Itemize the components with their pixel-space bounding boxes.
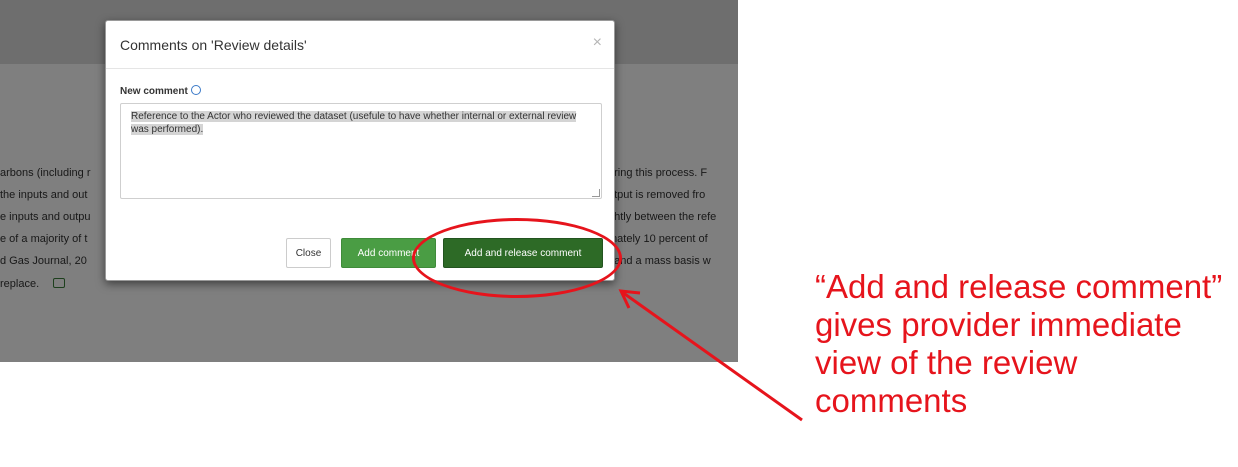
globe-icon — [190, 85, 201, 95]
comment-textarea[interactable]: Reference to the Actor who reviewed the … — [120, 103, 602, 199]
comment-text: Reference to the Actor who reviewed the … — [131, 111, 577, 135]
annotation-ellipse — [412, 218, 622, 298]
resize-grip-icon[interactable] — [592, 189, 600, 197]
new-comment-label: New comment — [120, 85, 201, 97]
dialog-header: Comments on 'Review details' × — [106, 21, 614, 69]
close-button[interactable]: Close — [286, 238, 331, 268]
close-icon[interactable]: × — [593, 34, 602, 52]
annotation-text: “Add and release comment” gives provider… — [815, 268, 1223, 419]
new-comment-label-text: New comment — [120, 86, 188, 97]
dialog-title: Comments on 'Review details' — [120, 37, 307, 53]
